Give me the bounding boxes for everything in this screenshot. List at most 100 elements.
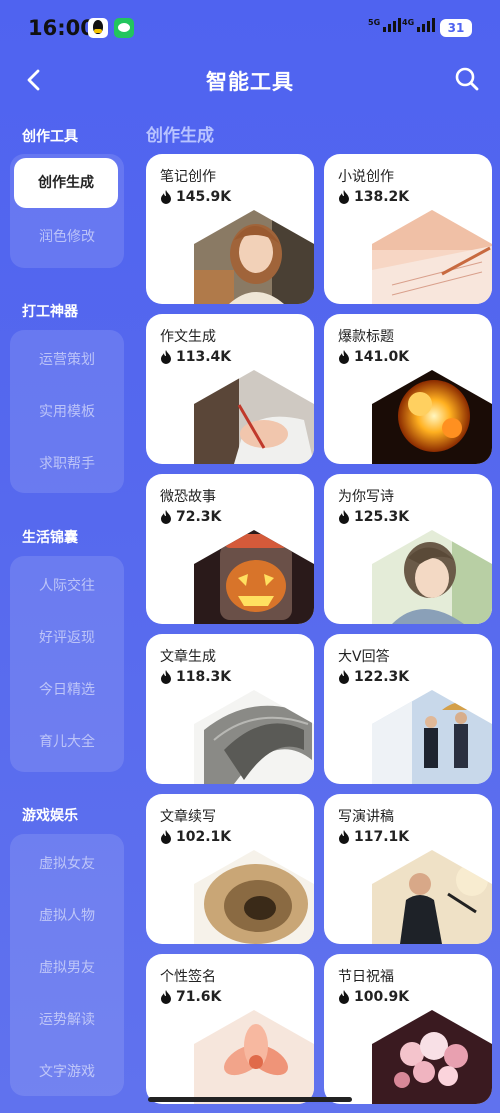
- signal-4g-icon: 4G: [402, 18, 436, 32]
- tool-card-essay[interactable]: 作文生成 113.4K: [146, 314, 314, 464]
- fire-icon: [161, 990, 171, 1004]
- sidebar-item-polish[interactable]: 润色修改: [10, 211, 124, 263]
- fire-icon: [339, 510, 349, 524]
- sidebar-item-operation[interactable]: 运营策划: [10, 334, 124, 386]
- card-title: 大V回答: [338, 649, 390, 665]
- section-heading: 创作生成: [146, 126, 214, 146]
- card-title: 文章续写: [160, 809, 216, 825]
- sidebar-item-virtual-gf[interactable]: 虚拟女友: [10, 838, 124, 890]
- card-count: 113.4K: [160, 349, 231, 365]
- tool-card-signature[interactable]: 个性签名 71.6K: [146, 954, 314, 1104]
- sidebar-item-picks[interactable]: 今日精选: [10, 664, 124, 716]
- card-count: 102.1K: [160, 829, 231, 845]
- signal-4g-label: 4G: [402, 18, 415, 27]
- card-count-value: 141.0K: [354, 349, 410, 365]
- card-title: 笔记创作: [160, 169, 216, 185]
- sidebar-item-templates[interactable]: 实用模板: [10, 386, 124, 438]
- fire-icon: [339, 190, 349, 204]
- card-count-value: 71.6K: [176, 989, 222, 1005]
- tool-card-answer[interactable]: 大V回答 122.3K: [324, 634, 492, 784]
- book-tunnel-image: [194, 850, 314, 944]
- tool-card-headline[interactable]: 爆款标题 141.0K: [324, 314, 492, 464]
- page-title: 智能工具: [206, 70, 294, 94]
- fire-icon: [339, 670, 349, 684]
- battery-icon: 31: [440, 19, 472, 37]
- sidebar-item-virtual-char[interactable]: 虚拟人物: [10, 890, 124, 942]
- card-title: 小说创作: [338, 169, 394, 185]
- fire-icon: [339, 830, 349, 844]
- card-count-value: 113.4K: [176, 349, 232, 365]
- sidebar-item-social[interactable]: 人际交往: [10, 560, 124, 612]
- tool-card-horror[interactable]: 微恐故事 72.3K: [146, 474, 314, 624]
- sidebar-item-job[interactable]: 求职帮手: [10, 438, 124, 490]
- signal-5g-icon: 5G: [368, 18, 402, 32]
- sidebar-item-text-game[interactable]: 文字游戏: [10, 1046, 124, 1098]
- tool-card-note[interactable]: 笔记创作 145.9K: [146, 154, 314, 304]
- sidebar-group: 运营策划 实用模板 求职帮手: [10, 330, 124, 493]
- card-count: 71.6K: [160, 989, 221, 1005]
- signal-5g-label: 5G: [368, 18, 381, 27]
- card-title: 微恐故事: [160, 489, 216, 505]
- fire-icon: [161, 350, 171, 364]
- flower-image: [194, 1010, 314, 1104]
- tool-card-holiday[interactable]: 节日祝福 100.9K: [324, 954, 492, 1104]
- card-title: 节日祝福: [338, 969, 394, 985]
- card-count: 141.0K: [338, 349, 409, 365]
- sidebar-section-title: 游戏娱乐: [22, 808, 78, 824]
- card-count-value: 72.3K: [176, 509, 222, 525]
- tool-card-poem[interactable]: 为你写诗 125.3K: [324, 474, 492, 624]
- fire-icon: [161, 670, 171, 684]
- tool-card-novel[interactable]: 小说创作 138.2K: [324, 154, 492, 304]
- card-count: 138.2K: [338, 189, 409, 205]
- card-count: 125.3K: [338, 509, 409, 525]
- explosion-image: [372, 370, 492, 464]
- card-title: 文章生成: [160, 649, 216, 665]
- fire-icon: [161, 190, 171, 204]
- card-count-value: 118.3K: [176, 669, 232, 685]
- paper-roll-image: [194, 690, 314, 784]
- sidebar-group: 创作生成 润色修改: [10, 154, 124, 268]
- fire-icon: [161, 830, 171, 844]
- card-count-value: 100.9K: [354, 989, 410, 1005]
- pumpkin-lantern-image: [194, 530, 314, 624]
- card-title: 爆款标题: [338, 329, 394, 345]
- tool-card-article[interactable]: 文章生成 118.3K: [146, 634, 314, 784]
- card-count-value: 125.3K: [354, 509, 410, 525]
- search-icon[interactable]: [454, 66, 480, 92]
- status-bar: 16:00 5G 4G 31: [0, 0, 500, 58]
- portrait-woman-image: [194, 210, 314, 304]
- card-count-value: 138.2K: [354, 189, 410, 205]
- sidebar-section-title: 生活锦囊: [22, 530, 78, 546]
- tool-card-speech[interactable]: 写演讲稿 117.1K: [324, 794, 492, 944]
- anime-poet-image: [372, 530, 492, 624]
- card-title: 个性签名: [160, 969, 216, 985]
- sidebar-item-virtual-bf[interactable]: 虚拟男友: [10, 942, 124, 994]
- sidebar-group: 虚拟女友 虚拟人物 虚拟男友 运势解读 文字游戏: [10, 834, 124, 1096]
- card-count: 100.9K: [338, 989, 409, 1005]
- card-count-value: 117.1K: [354, 829, 410, 845]
- sidebar-item-fortune[interactable]: 运势解读: [10, 994, 124, 1046]
- wechat-icon: [114, 18, 134, 38]
- hand-writing-image: [194, 370, 314, 464]
- card-count-value: 122.3K: [354, 669, 410, 685]
- fire-icon: [161, 510, 171, 524]
- sidebar-item-cashback[interactable]: 好评返现: [10, 612, 124, 664]
- card-count: 72.3K: [160, 509, 221, 525]
- card-count: 122.3K: [338, 669, 409, 685]
- card-title: 写演讲稿: [338, 809, 394, 825]
- speaker-image: [372, 850, 492, 944]
- fire-icon: [339, 990, 349, 1004]
- qq-icon: [88, 18, 108, 38]
- card-title: 作文生成: [160, 329, 216, 345]
- sidebar-group: 人际交往 好评返现 今日精选 育儿大全: [10, 556, 124, 772]
- fire-icon: [339, 350, 349, 364]
- home-indicator[interactable]: [148, 1097, 352, 1102]
- card-count-value: 145.9K: [176, 189, 232, 205]
- business-people-image: [372, 690, 492, 784]
- card-title: 为你写诗: [338, 489, 394, 505]
- sidebar-section-title: 打工神器: [22, 304, 78, 320]
- sidebar-item-create[interactable]: 创作生成: [14, 158, 118, 208]
- tool-card-continue[interactable]: 文章续写 102.1K: [146, 794, 314, 944]
- card-count: 118.3K: [160, 669, 231, 685]
- sidebar-item-parenting[interactable]: 育儿大全: [10, 716, 124, 768]
